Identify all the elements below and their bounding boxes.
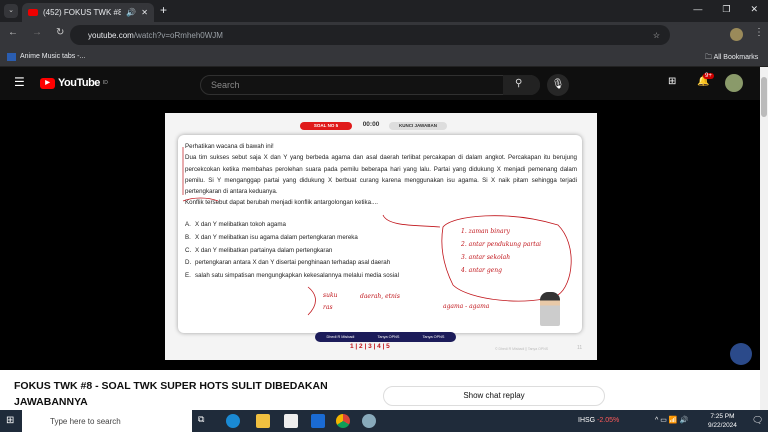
- back-icon[interactable]: ←: [8, 27, 18, 38]
- clock[interactable]: 7:25 PM 9/22/2024: [708, 412, 737, 430]
- start-button[interactable]: ⊞: [6, 415, 14, 426]
- reload-icon[interactable]: ↻: [56, 27, 64, 38]
- store-icon[interactable]: [284, 414, 298, 428]
- timer: 00:00: [362, 121, 380, 128]
- region-code: ID: [102, 80, 108, 86]
- ihsg-change: -2.05%: [597, 417, 620, 424]
- youtube-header: ☰ ▶ YouTube ID Search ⚲ 🎙 ⊞ 🔔 9+: [0, 67, 768, 100]
- url-input[interactable]: youtube.com/watch?v=oRmheh0WJM ☆: [70, 25, 670, 45]
- minimize-icon[interactable]: —: [693, 4, 702, 15]
- profile-avatar[interactable]: [730, 28, 743, 41]
- browser-tab[interactable]: (452) FOKUS TWK #8 - SOAL 🔊 ✕: [22, 3, 154, 22]
- kunci-jawaban-button: KUNCI JAWABAN: [389, 122, 447, 130]
- hamburger-menu-icon[interactable]: ☰: [14, 75, 25, 89]
- all-bookmarks-label: All Bookmarks: [713, 54, 759, 61]
- video-info: FOKUS TWK #8 - SOAL TWK SUPER HOTS SULIT…: [0, 370, 760, 410]
- youtube-logo[interactable]: ▶ YouTube ID: [40, 77, 108, 89]
- url-host: youtube.com: [88, 30, 134, 40]
- close-window-icon[interactable]: ✕: [750, 4, 758, 15]
- windows-taskbar: ⊞ Type here to search ⧉ IHSG -2.05% ^ ▭ …: [0, 410, 768, 432]
- social-instagram: Tanya OPNS: [377, 335, 400, 339]
- question-pager: 1 | 2 | 3 | 4 | 5: [350, 343, 390, 350]
- bookmarks-bar: Anime Music tabs -... 🗀 All Bookmarks: [0, 48, 768, 67]
- social-tiktok: Tanya OPNS: [422, 335, 445, 339]
- all-bookmarks[interactable]: 🗀 All Bookmarks: [705, 53, 758, 64]
- channel-watermark-icon[interactable]: [730, 343, 752, 365]
- video-slide: SOAL NO 5 00:00 KUNCI JAWABAN Perhatikan…: [165, 113, 597, 360]
- taskbar-search-input[interactable]: Type here to search: [22, 410, 192, 432]
- youtube-favicon-icon: [28, 9, 38, 16]
- menu-icon[interactable]: ⋮: [754, 27, 764, 38]
- bookmark-label: Anime Music tabs -...: [20, 53, 86, 60]
- video-title: FOKUS TWK #8 - SOAL TWK SUPER HOTS SULIT…: [14, 380, 328, 408]
- tab-search-button[interactable]: ⌄: [4, 4, 18, 18]
- tab-close-button[interactable]: ✕: [141, 8, 148, 17]
- tab-title: (452) FOKUS TWK #8 - SOAL: [43, 8, 122, 17]
- presenter-image: [540, 292, 560, 326]
- ihsg-label: IHSG: [578, 417, 596, 424]
- video-player[interactable]: SOAL NO 5 00:00 KUNCI JAWABAN Perhatikan…: [0, 100, 760, 370]
- page-scrollbar[interactable]: [760, 67, 768, 410]
- voice-search-icon[interactable]: 🎙: [547, 74, 569, 96]
- bookmark-item[interactable]: Anime Music tabs -...: [7, 53, 85, 61]
- show-chat-replay-button[interactable]: Show chat replay: [383, 386, 605, 406]
- file-explorer-icon[interactable]: [256, 414, 270, 428]
- logo-text: YouTube: [58, 77, 100, 89]
- task-view-icon[interactable]: ⧉: [198, 414, 212, 428]
- url-path: /watch?v=oRmheh0WJM: [133, 30, 223, 40]
- slide-footer: © Dhedi R Misbadi ∥ Tanya OPNS: [495, 347, 549, 351]
- create-icon[interactable]: ⊞: [668, 76, 676, 87]
- mail-icon[interactable]: [311, 414, 325, 428]
- tab-strip: ⌄ (452) FOKUS TWK #8 - SOAL 🔊 ✕ + — ❐ ✕: [0, 0, 768, 22]
- note-list: 1. zaman binary 2. antar pendukung partai…: [461, 228, 542, 274]
- bookmark-favicon-icon: [7, 53, 16, 61]
- note-daerah: daerah, etnis: [360, 293, 400, 300]
- notification-badge: 9+: [703, 73, 714, 79]
- social-youtube: Dhedi R Misbadi: [326, 335, 355, 339]
- chrome-icon[interactable]: [336, 414, 350, 428]
- address-bar-row: ← → ↻ youtube.com/watch?v=oRmheh0WJM ☆ ⋮: [0, 22, 768, 48]
- note-agama: agama - agama: [443, 303, 490, 310]
- window-controls: — ❐ ✕: [693, 4, 758, 15]
- note-suku-ras: suku ras: [323, 292, 338, 311]
- new-tab-button[interactable]: +: [160, 3, 167, 17]
- play-logo-icon: ▶: [40, 77, 55, 89]
- soal-no-button: SOAL NO 5: [300, 122, 352, 130]
- system-tray-icons[interactable]: ^ ▭ 📶 🔊: [655, 416, 688, 424]
- restore-icon[interactable]: ❐: [722, 4, 730, 15]
- bookmark-star-icon[interactable]: ☆: [653, 31, 660, 40]
- edge-icon[interactable]: [226, 414, 240, 428]
- search-button[interactable]: ⚲: [503, 75, 540, 95]
- search-input[interactable]: Search: [200, 75, 540, 95]
- social-bar: Dhedi R Misbadi Tanya OPNS Tanya OPNS: [315, 332, 456, 342]
- paint-icon[interactable]: [362, 414, 376, 428]
- search-icon: ⚲: [515, 78, 523, 89]
- forward-icon[interactable]: →: [32, 27, 42, 38]
- account-avatar[interactable]: [725, 74, 743, 92]
- notifications-center-icon[interactable]: 🗨: [752, 415, 763, 426]
- audio-icon: 🔊: [126, 8, 137, 17]
- question-card: Perhatikan wacana di bawah ini! Dua tim …: [178, 135, 582, 333]
- slide-page-number: 11: [577, 345, 583, 351]
- stock-widget[interactable]: IHSG -2.05%: [578, 417, 619, 424]
